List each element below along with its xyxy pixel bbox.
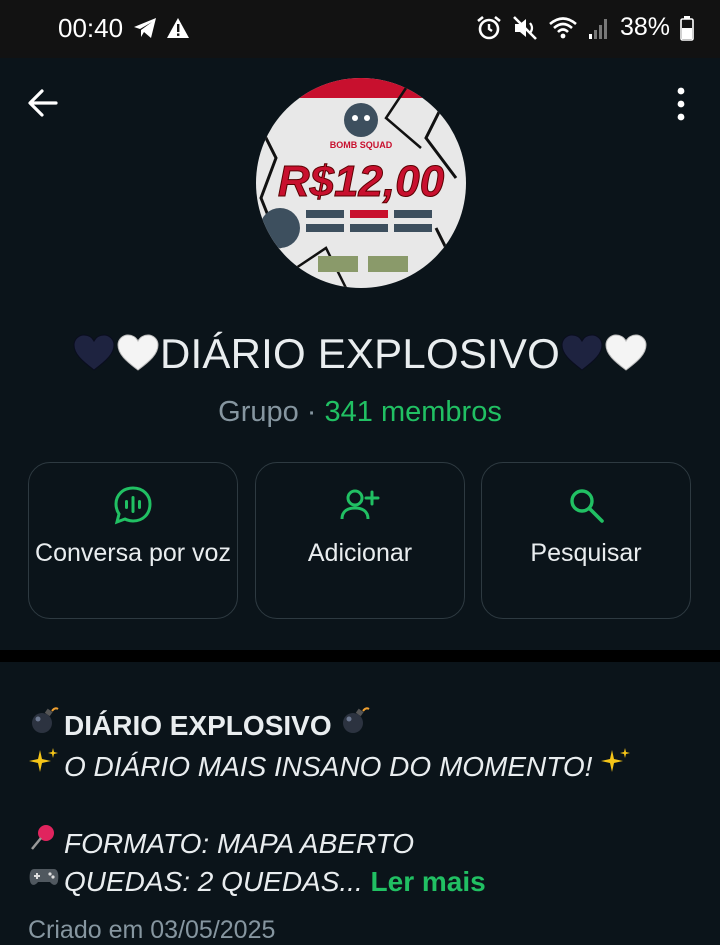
description-line-3: FORMATO: MAPA ABERTO: [28, 823, 414, 860]
avatar-price-text: R$12,00: [278, 157, 445, 206]
group-meta: Grupo · 341 membros: [0, 396, 720, 429]
sparkles-icon: [28, 746, 64, 783]
white-heart-icon: [604, 334, 648, 382]
search-label: Pesquisar: [530, 539, 642, 567]
telegram-icon: [134, 18, 156, 38]
description-line-4: QUEDAS: 2 QUEDAS... Ler mais: [28, 861, 486, 898]
status-time: 00:40: [58, 13, 124, 43]
dark-heart-icon: [72, 334, 116, 382]
add-member-label: Adicionar: [307, 539, 413, 567]
avatar-brand-text: BOMB SQUAD: [330, 140, 393, 150]
pushpin-icon: [28, 823, 64, 860]
created-date: Criado em 03/05/2025: [28, 916, 276, 944]
search-button[interactable]: Pesquisar: [481, 462, 691, 619]
more-options-icon[interactable]: [668, 86, 694, 122]
bomb-icon: [28, 705, 64, 742]
voice-chat-label: Conversa por voz: [35, 539, 231, 567]
status-bar: 00:40 38%: [0, 0, 720, 58]
battery-icon: [680, 15, 694, 41]
back-arrow-icon[interactable]: [26, 86, 60, 120]
meta-separator: ·: [298, 396, 325, 428]
bomb-icon: [339, 705, 375, 742]
game-controller-icon: [28, 861, 64, 898]
sparkles-icon: [600, 746, 636, 783]
warning-icon: [167, 18, 189, 38]
section-divider: [0, 650, 720, 662]
group-type-label: Grupo: [218, 396, 299, 428]
add-member-button[interactable]: Adicionar: [255, 462, 465, 619]
mute-icon: [513, 15, 537, 40]
voice-chat-icon: [114, 486, 152, 525]
voice-chat-button[interactable]: Conversa por voz: [28, 462, 238, 619]
search-icon: [570, 489, 604, 523]
battery-percent: 38%: [619, 13, 670, 41]
read-more-link[interactable]: Ler mais: [371, 866, 486, 897]
signal-icon: [588, 18, 607, 39]
group-avatar[interactable]: BOMB SQUAD R$12,00: [256, 78, 466, 288]
group-name-text: DIÁRIO EXPLOSIVO: [160, 330, 560, 377]
wifi-icon: [549, 16, 577, 38]
member-count[interactable]: 341 membros: [325, 396, 502, 428]
description-line-2: O DIÁRIO MAIS INSANO DO MOMENTO!: [28, 746, 636, 783]
white-heart-icon: [116, 334, 160, 382]
alarm-icon: [477, 15, 501, 39]
add-person-icon: [340, 489, 380, 520]
dark-heart-icon: [560, 334, 604, 382]
description-line-1: DIÁRIO EXPLOSIVO: [28, 705, 375, 742]
group-title: DIÁRIO EXPLOSIVO: [0, 330, 720, 382]
